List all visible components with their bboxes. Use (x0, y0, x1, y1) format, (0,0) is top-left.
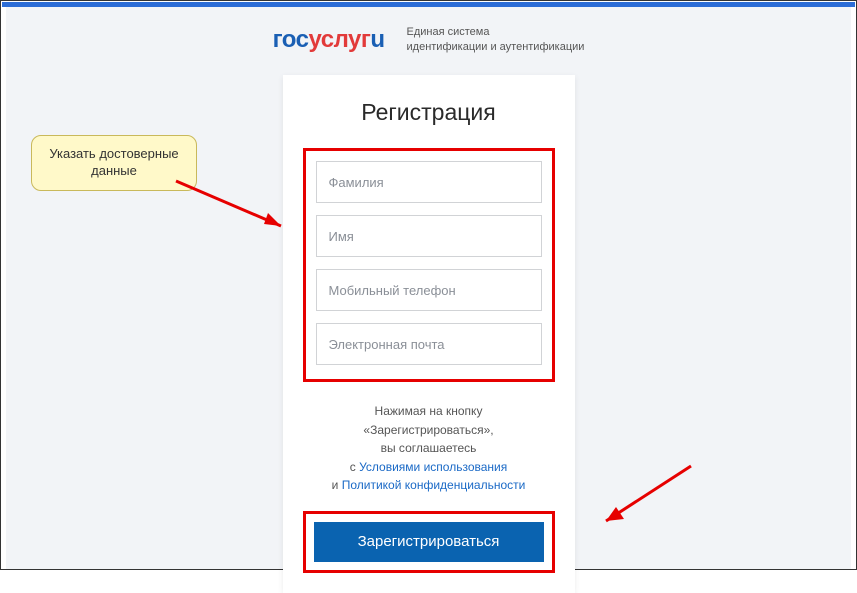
callout-tooltip: Указать достоверные данные (31, 135, 197, 191)
header-subtitle: Единая система идентификации и аутентифи… (407, 25, 585, 55)
consent-line3: вы соглашаетесь (381, 441, 477, 455)
header: госуслугu Единая система идентификации и… (1, 25, 856, 55)
button-highlight-box: Зарегистрироваться (303, 511, 555, 573)
logo-part-uslug: услуг (308, 26, 370, 53)
logo: госуслугu (273, 26, 385, 54)
logo-part-i: u (370, 26, 384, 53)
fields-highlight-box (303, 148, 555, 382)
consent-line4-pre: с (350, 460, 359, 474)
register-button[interactable]: Зарегистрироваться (314, 522, 544, 562)
name-input[interactable] (316, 215, 542, 257)
page-title: Регистрация (303, 99, 555, 126)
callout-text: Указать достоверные данные (49, 146, 178, 178)
subtitle-line1: Единая система (407, 25, 585, 40)
email-input[interactable] (316, 323, 542, 365)
consent-text: Нажимая на кнопку «Зарегистрироваться», … (303, 402, 555, 495)
registration-card: Регистрация Нажимая на кнопку «Зарегистр… (283, 75, 575, 593)
logo-part-gos: гос (273, 26, 309, 53)
consent-line5-pre: и (332, 478, 342, 492)
privacy-link[interactable]: Политикой конфиденциальности (342, 478, 526, 492)
surname-input[interactable] (316, 161, 542, 203)
consent-line1: Нажимая на кнопку (375, 404, 483, 418)
subtitle-line2: идентификации и аутентификации (407, 40, 585, 55)
terms-link[interactable]: Условиями использования (359, 460, 507, 474)
phone-input[interactable] (316, 269, 542, 311)
consent-line2: «Зарегистрироваться», (363, 423, 493, 437)
